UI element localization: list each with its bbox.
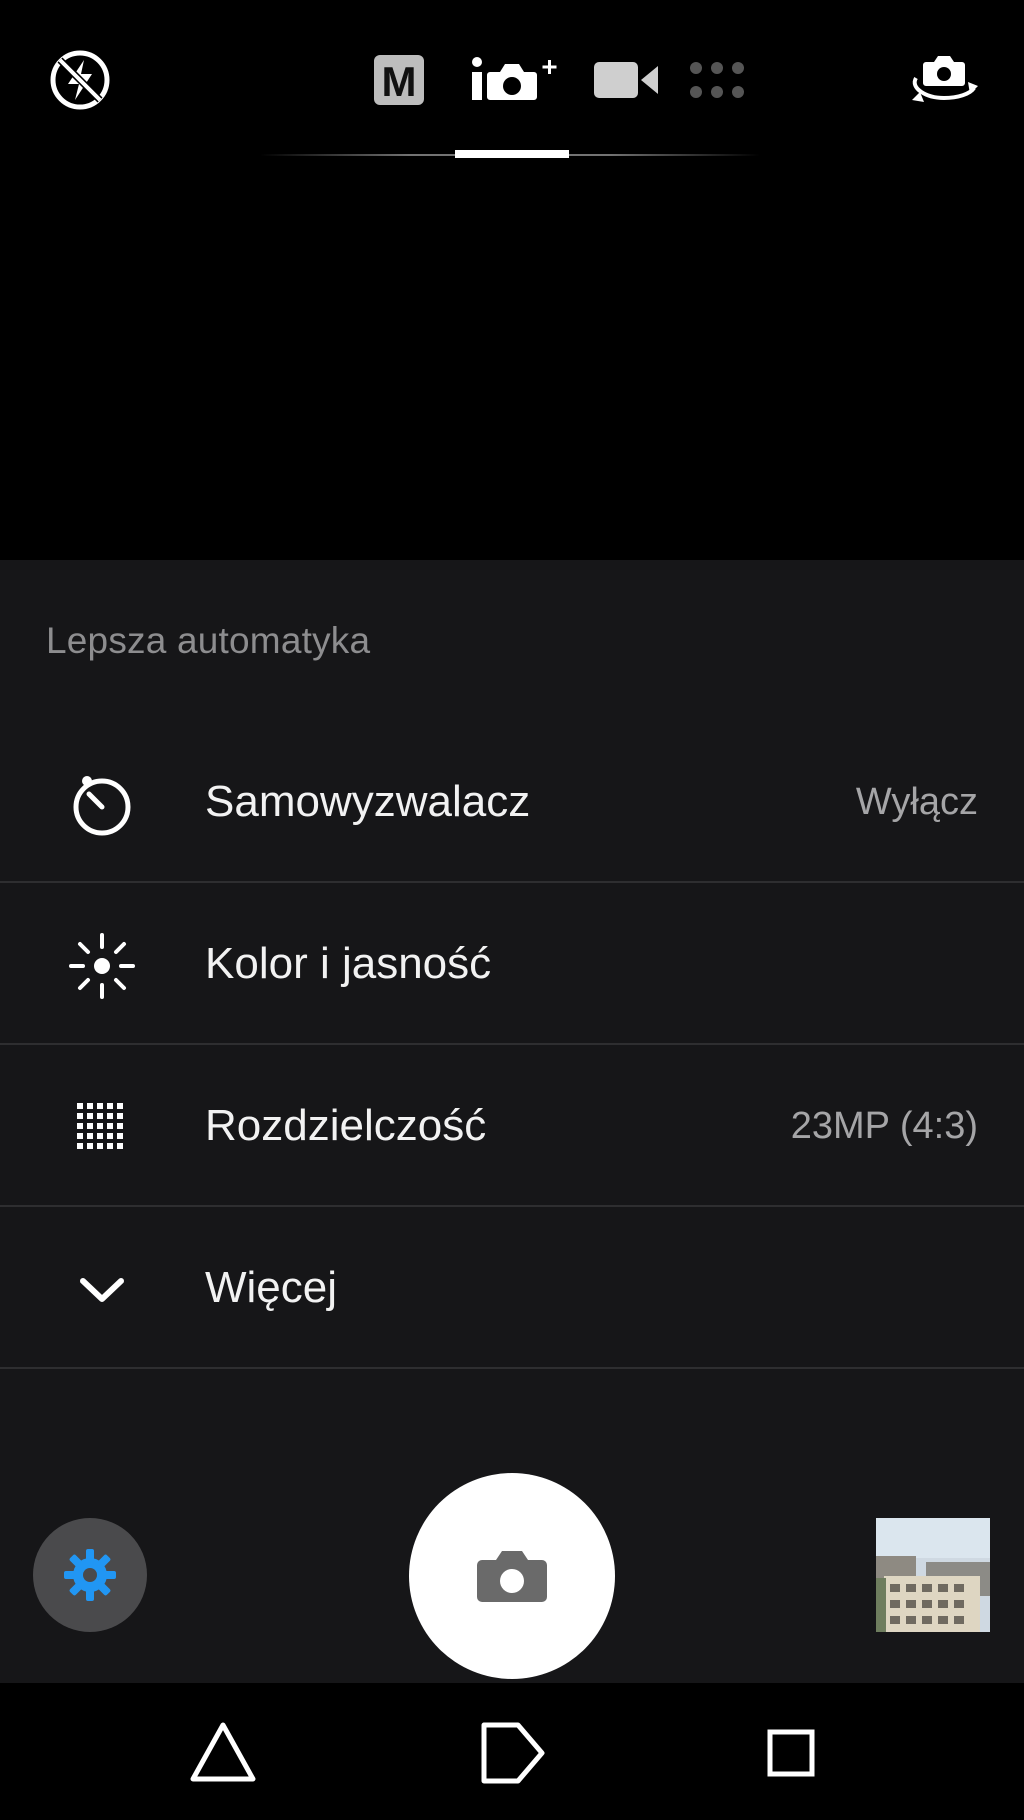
settings-row-label: Rozdzielczość [205,1101,487,1150]
panel-title: Lepsza automatyka [46,620,371,661]
self-timer-icon [67,769,137,839]
settings-button[interactable] [33,1518,147,1632]
settings-row-color-brightness[interactable]: Kolor i jasność [0,883,1024,1045]
home-icon[interactable] [472,1713,552,1793]
flash-auto-icon[interactable] [48,48,112,112]
settings-row-self-timer[interactable]: Samowyzwalacz Wyłącz [0,721,1024,883]
shutter-button[interactable] [409,1473,615,1679]
mode-selector-indicator [455,150,569,158]
last-photo-thumbnail[interactable] [876,1518,990,1632]
settings-row-more[interactable]: Więcej [0,1207,1024,1369]
more-modes-dots-icon[interactable] [688,60,746,100]
back-triangle-icon[interactable] [183,1713,263,1793]
recents-square-icon[interactable] [751,1713,831,1793]
settings-row-resolution[interactable]: Rozdzielczość 23MP (4:3) [0,1045,1024,1207]
chevron-down-icon [67,1255,137,1325]
settings-panel: Lepsza automatyka Samowyzwalacz Wyłącz K… [0,560,1024,1683]
settings-row-label: Więcej [205,1263,338,1312]
enhanced-auto-icon[interactable] [468,52,564,104]
switch-camera-icon[interactable] [906,48,982,108]
gear-icon [62,1547,118,1603]
settings-row-value: 23MP (4:3) [790,1105,978,1147]
settings-row-label: Samowyzwalacz [205,777,531,826]
manual-mode-icon[interactable]: M [373,54,425,106]
settings-row-label: Kolor i jasność [205,939,492,988]
settings-row-value: Wyłącz [855,781,978,823]
camera-viewfinder: M [0,0,1024,560]
resolution-grid-icon [67,1093,137,1163]
brightness-icon [67,931,137,1001]
manual-mode-label: M [382,58,417,105]
video-camera-icon[interactable] [594,60,658,100]
camera-icon [476,1548,548,1604]
system-navigation-bar [0,1683,1024,1820]
